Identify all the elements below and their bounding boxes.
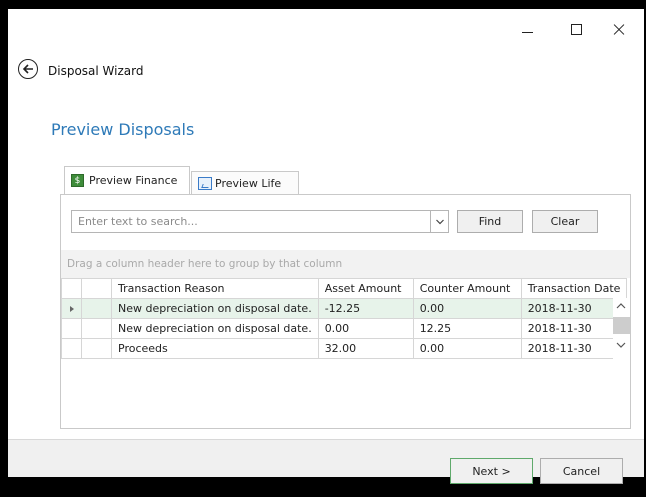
tab-label: Preview Finance — [89, 174, 178, 187]
table-row[interactable]: Proceeds 32.00 0.00 2018-11-30 — [61, 338, 628, 359]
cell-transaction-reason[interactable]: Proceeds — [111, 338, 319, 359]
row-indicator — [61, 318, 82, 339]
cell-asset-amount[interactable]: -12.25 — [317, 298, 414, 319]
wizard-footer: Next > Cancel — [8, 439, 644, 484]
cell-counter-amount[interactable]: 12.25 — [412, 318, 522, 339]
column-header-transaction-reason[interactable]: Transaction Reason — [111, 278, 319, 299]
cell-transaction-date[interactable]: 2018-11-30 — [520, 338, 628, 359]
cancel-button[interactable]: Cancel — [540, 458, 623, 484]
cell-transaction-date[interactable]: 2018-11-30 — [520, 298, 628, 319]
cell-counter-amount[interactable]: 0.00 — [412, 298, 522, 319]
tab-label: Preview Life — [215, 176, 282, 190]
cell-transaction-reason[interactable]: New depreciation on disposal date. — [111, 298, 319, 319]
indicator-header — [61, 278, 82, 299]
chart-icon — [198, 176, 212, 190]
row-cell — [81, 338, 112, 359]
column-header-transaction-date[interactable]: Transaction Date — [520, 278, 628, 299]
table-row[interactable]: New depreciation on disposal date. -12.2… — [61, 298, 628, 319]
row-cell — [81, 318, 112, 339]
cell-transaction-reason[interactable]: New depreciation on disposal date. — [111, 318, 319, 339]
header-row: Transaction Reason Asset Amount Counter … — [61, 278, 628, 299]
scroll-up-icon[interactable] — [616, 302, 626, 309]
chevron-down-icon — [435, 219, 444, 224]
search-input[interactable] — [71, 210, 431, 233]
search-dropdown-button[interactable] — [431, 210, 449, 233]
disposal-wizard-window: Disposal Wizard Preview Disposals $ Prev… — [8, 9, 644, 484]
column-header-asset-amount[interactable]: Asset Amount — [317, 278, 414, 299]
scroll-down-icon[interactable] — [616, 342, 626, 349]
preview-finance-panel: Find Clear Drag a column header here to … — [60, 194, 631, 473]
caret-right-icon — [69, 305, 74, 312]
column-header-counter-amount[interactable]: Counter Amount — [412, 278, 522, 299]
row-cell — [81, 298, 112, 319]
row-indicator — [61, 338, 82, 359]
vertical-scrollbar[interactable] — [613, 298, 630, 363]
clear-button[interactable]: Clear — [532, 210, 598, 233]
group-by-panel[interactable]: Drag a column header here to group by th… — [61, 250, 630, 278]
close-button[interactable] — [608, 19, 638, 39]
next-button[interactable]: Next > — [450, 458, 533, 484]
back-button[interactable] — [18, 59, 38, 79]
table-row[interactable]: New depreciation on disposal date. 0.00 … — [61, 318, 628, 339]
cell-asset-amount[interactable]: 0.00 — [317, 318, 414, 339]
wizard-title: Disposal Wizard — [48, 64, 144, 78]
vertical-scroll-thumb[interactable] — [613, 317, 630, 334]
arrow-left-icon — [22, 64, 33, 74]
row-indicator — [61, 298, 82, 319]
page-title: Preview Disposals — [51, 120, 195, 139]
cell-asset-amount[interactable]: 32.00 — [317, 338, 414, 359]
empty-header — [81, 278, 112, 299]
tab-preview-life[interactable]: Preview Life — [191, 171, 299, 194]
find-button[interactable]: Find — [457, 210, 523, 233]
minimize-button[interactable] — [514, 19, 544, 39]
finance-icon: $ — [71, 174, 84, 187]
cell-counter-amount[interactable]: 0.00 — [412, 338, 522, 359]
maximize-button[interactable] — [563, 19, 593, 39]
transactions-grid: Drag a column header here to group by th… — [61, 240, 630, 473]
transactions-table: Transaction Reason Asset Amount Counter … — [61, 278, 628, 359]
cell-transaction-date[interactable]: 2018-11-30 — [520, 318, 628, 339]
tab-preview-finance[interactable]: $ Preview Finance — [64, 166, 190, 194]
